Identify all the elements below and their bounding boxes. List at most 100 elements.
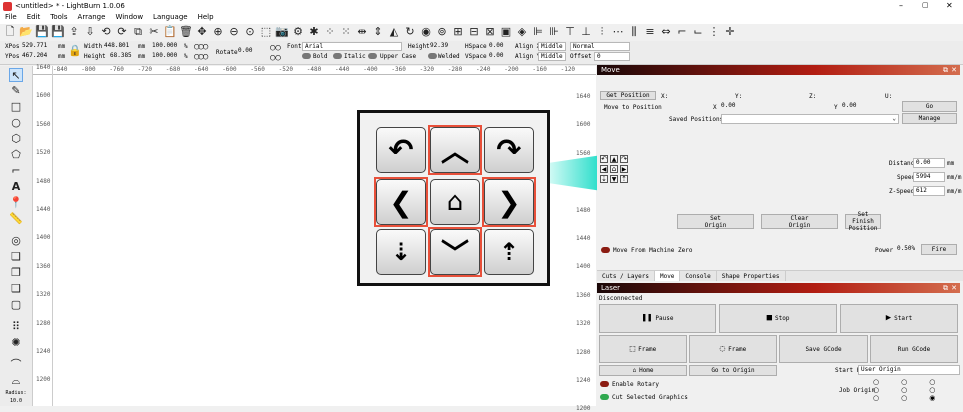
small-down-button[interactable]: ▼ [610,175,618,183]
target-icon[interactable]: ⊚ [435,25,449,39]
small-left-button[interactable]: ◀ [600,165,608,173]
anchor-grid-icon[interactable]: ○○○ ○○○ [194,42,208,62]
center-icon[interactable]: ✛ [723,25,737,39]
copy-array-icon[interactable]: ❏ [9,250,23,264]
align-left-icon[interactable]: ⊫ [531,25,545,39]
lock-icon[interactable]: 🔒 [68,44,82,57]
circle-dots-icon[interactable]: ✺ [9,336,23,350]
scale-x-field[interactable]: 100.000 [150,42,180,52]
corner-chamfer-icon[interactable]: ⌓ [9,374,23,388]
zoom-in-icon[interactable]: ⊕ [211,25,225,39]
paste-icon[interactable]: 📋 [163,25,177,39]
weld-icon[interactable]: ⊞ [451,25,465,39]
fire-button[interactable]: Fire [921,244,957,255]
boolean-union-icon[interactable]: ⊠ [483,25,497,39]
move-x-field[interactable]: 0.00 [719,102,777,112]
corner-round-icon[interactable]: ⌒ [9,358,23,372]
run-gcode-button[interactable]: Run GCode [870,335,958,363]
delete-icon[interactable]: 🗑 [179,25,193,39]
rectangle-icon[interactable]: □ [9,100,23,114]
aligny-select[interactable]: Middle [538,52,566,61]
zoom-selection-icon[interactable]: ⬚ [259,25,273,39]
group-icon[interactable]: ⁘ [323,25,337,39]
small-z-down-button[interactable]: ⇣ [600,175,608,183]
rotate-increment-icon[interactable]: ○○ ○○ [270,43,281,63]
tab-cuts-layers[interactable]: Cuts / Layers [597,271,655,281]
tab-move[interactable]: Move [654,271,681,281]
zspeed-field[interactable]: 612 [913,186,945,196]
font-height-field[interactable]: 92.39 [428,42,458,52]
redo-icon[interactable]: ⟳ [115,25,129,39]
set-finish-position-button[interactable]: Set Finish Position [845,211,881,232]
rotary-toggle-icon[interactable] [600,381,609,387]
italic-toggle-icon[interactable] [333,53,342,59]
vspace-field[interactable]: 0.00 [487,52,511,62]
cut-icon[interactable]: ✂ [147,25,161,39]
undo-icon[interactable]: ⟲ [99,25,113,39]
panel-float-icon[interactable]: ⧉ [943,65,948,75]
scale-y-field[interactable]: 100.000 [150,52,180,62]
boolean-icon[interactable]: ▢ [9,298,23,312]
boolean-subtract-icon[interactable]: ▣ [499,25,513,39]
align-right-icon[interactable]: ⊪ [547,25,561,39]
hspace-field[interactable]: 0.00 [487,42,511,52]
frame-circle-button[interactable]: ◌ Frame [689,335,777,363]
menu-file[interactable]: File [5,13,17,24]
open-folder-icon[interactable]: 📂 [19,25,33,39]
clear-origin-button[interactable]: Clear Origin [761,214,838,229]
distribute-h-icon[interactable]: ⫼ [627,25,641,39]
go-to-origin-button[interactable]: Go to Origin [689,365,777,376]
saved-positions-select[interactable]: ⌄ [721,114,899,124]
flip-horizontal-icon[interactable]: ⇹ [355,25,369,39]
welded-toggle-icon[interactable] [428,53,437,59]
rotate-field[interactable]: 0.00 [236,47,264,57]
jog-rotate-ccw-button[interactable]: ↶ [376,127,426,173]
align-center-h-icon[interactable]: ⫶ [595,25,609,39]
small-rotate-cw-button[interactable]: ↷ [620,155,628,163]
offset-field[interactable]: 0 [594,52,630,61]
import-icon[interactable]: ⇪ [67,25,81,39]
cut-selected-toggle-icon[interactable] [600,394,609,400]
align-bottom-icon[interactable]: ⊥ [579,25,593,39]
small-rotate-ccw-button[interactable]: ↶ [600,155,608,163]
camera-icon[interactable]: 📷 [275,25,289,39]
panel-float-icon[interactable]: ⧉ [943,283,948,293]
start-button[interactable]: ▶ Start [840,304,958,333]
start-from-select[interactable]: User Origin [858,365,960,375]
style-select[interactable]: Normal [570,42,630,51]
go-button[interactable]: Go [902,101,957,112]
menu-help[interactable]: Help [198,13,214,24]
corner-icon[interactable]: ⌙ [691,25,705,39]
save-as-icon[interactable]: 💾 [51,25,65,39]
home-button[interactable]: ⌂ Home [599,365,687,376]
rotate-icon[interactable]: ↻ [403,25,417,39]
panel-close-icon[interactable]: ✕ [951,283,957,293]
save-gcode-button[interactable]: Save GCode [779,335,868,363]
tab-shape-properties[interactable]: Shape Properties [717,271,786,281]
jog-z-down-button[interactable]: ⇣ [376,229,426,275]
small-up-button[interactable]: ▲ [610,155,618,163]
speed-field[interactable]: 5994 [913,172,945,182]
bold-toggle-icon[interactable] [302,53,311,59]
jog-home-button[interactable]: ⌂ [430,179,480,225]
menu-window[interactable]: Window [115,13,143,24]
pause-button[interactable]: ❚❚ Pause [599,304,716,333]
menu-edit[interactable]: Edit [27,13,41,24]
move-y-field[interactable]: 0.00 [840,102,898,112]
copy-icon[interactable]: ⧉ [131,25,145,39]
select-arrow-icon[interactable]: ↖ [9,68,23,82]
set-origin-button[interactable]: Set Origin [677,214,754,229]
manage-button[interactable]: Manage [902,113,957,124]
jog-z-up-button[interactable]: ⇡ [484,229,534,275]
zoom-page-icon[interactable]: ⊙ [243,25,257,39]
radius-value[interactable]: 10.0 [10,398,22,404]
ellipse-icon[interactable]: ○ [9,116,23,130]
grid-array-icon[interactable]: ❐ [9,266,23,280]
job-origin-radio-grid[interactable]: ○○○ ○○○ ○○◉ [873,378,937,406]
dock-icon[interactable]: ⌐ [675,25,689,39]
menu-tools[interactable]: Tools [50,13,67,24]
align-top-icon[interactable]: ⊤ [563,25,577,39]
line-icon[interactable]: ⌐ [9,164,23,178]
jog-rotate-cw-button[interactable]: ↷ [484,127,534,173]
maximize-button[interactable]: ▢ [922,1,929,9]
